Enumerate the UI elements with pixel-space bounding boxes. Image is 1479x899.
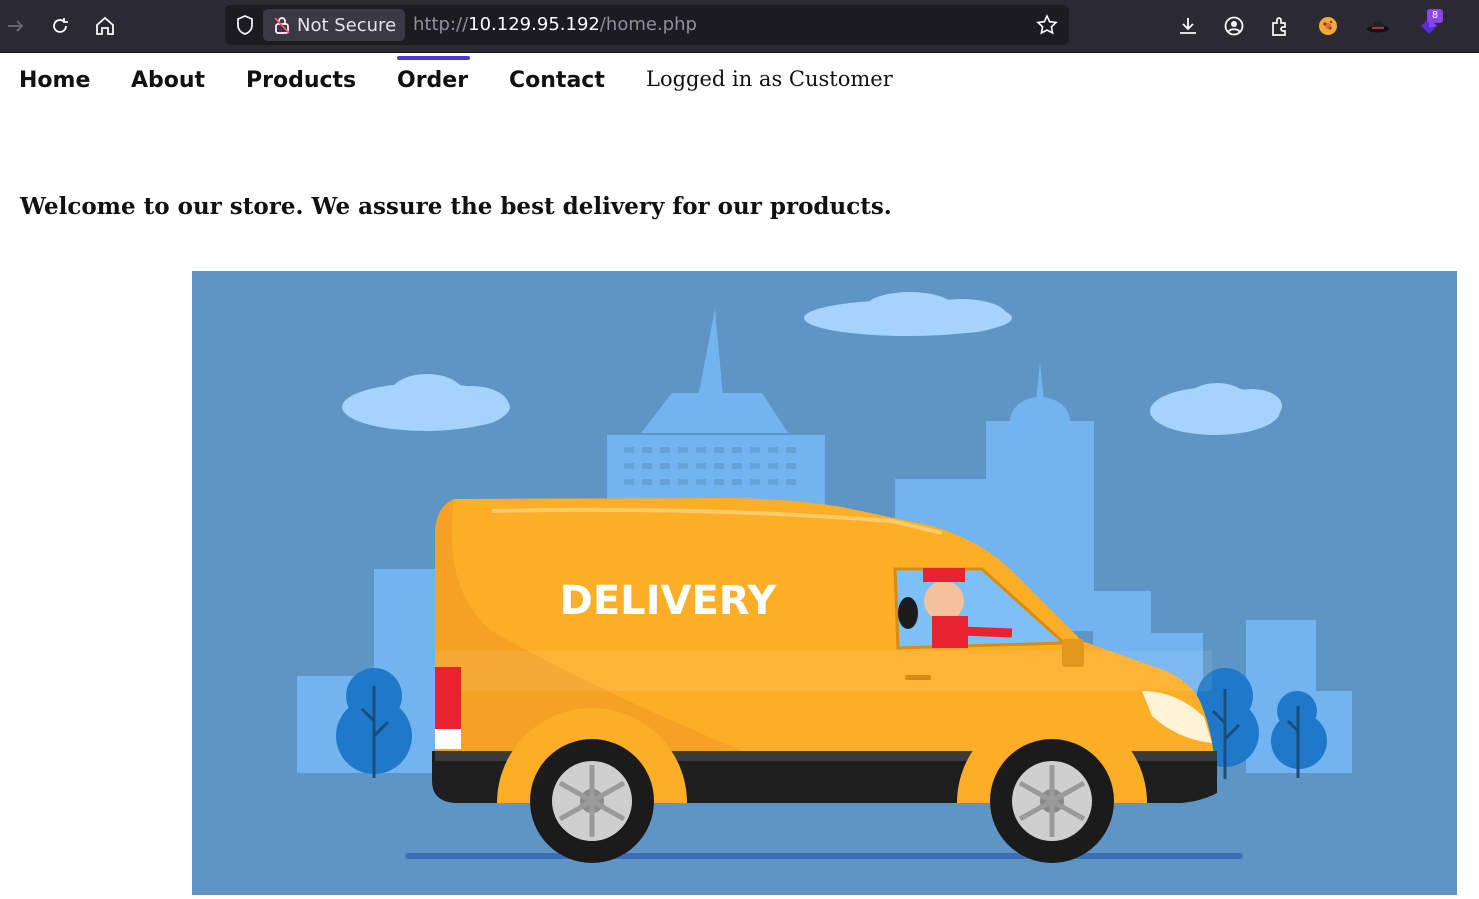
url-host: 10.129.95.192 [468,14,600,35]
delivery-van-illustration: DELIVERY [192,271,1457,895]
site-nav: Home About Products Order Contact Logged… [0,53,1479,113]
url-scheme: http:// [413,14,469,35]
nav-order[interactable]: Order [397,68,468,93]
bookmark-star-icon[interactable] [1035,13,1059,37]
cookie-extension-icon[interactable] [1314,12,1342,40]
home-icon[interactable] [91,12,119,40]
reload-icon[interactable] [46,12,74,40]
active-tab-indicator [397,56,470,60]
extension-badge: 8 [1427,9,1443,23]
nav-products[interactable]: Products [246,68,356,93]
url-text[interactable]: http://10.129.95.192/home.php [413,14,697,35]
browser-toolbar: Not Secure http://10.129.95.192/home.php… [0,0,1479,53]
hat-extension-icon[interactable] [1364,12,1392,40]
address-bar[interactable]: Not Secure http://10.129.95.192/home.php [225,5,1069,45]
downloads-icon[interactable] [1174,12,1202,40]
van-label: DELIVERY [560,578,778,624]
nav-about[interactable]: About [131,68,205,93]
nav-home[interactable]: Home [19,68,90,93]
tracking-protection-icon[interactable] [233,13,257,37]
nav-contact[interactable]: Contact [509,68,605,93]
extensions-icon[interactable] [1266,12,1294,40]
insecure-lock-icon [271,14,293,36]
security-label: Not Secure [297,14,397,36]
hero-image: DELIVERY [192,271,1457,895]
account-icon[interactable] [1220,12,1248,40]
welcome-heading: Welcome to our store. We assure the best… [20,193,892,220]
forward-icon[interactable] [2,12,30,40]
login-status: Logged in as Customer [646,67,893,91]
security-indicator[interactable]: Not Secure [263,9,405,41]
url-path: /home.php [599,14,697,35]
